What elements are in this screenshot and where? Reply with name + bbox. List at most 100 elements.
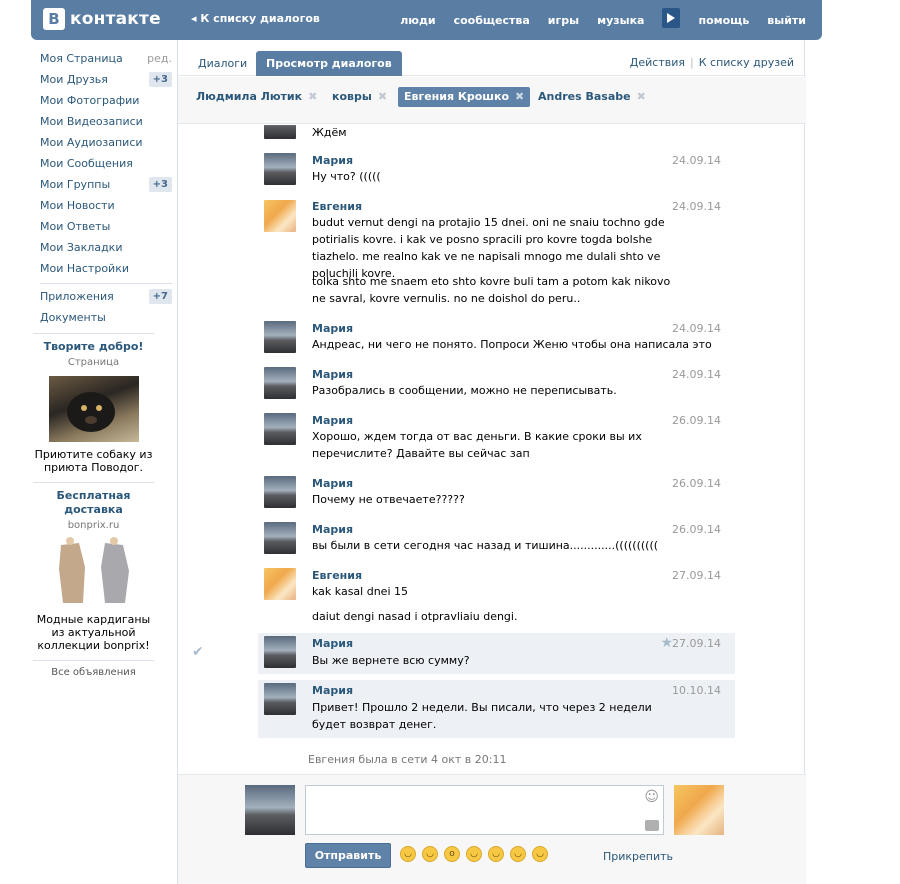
close-icon[interactable]: ✖ — [637, 90, 646, 103]
avatar[interactable] — [264, 522, 296, 554]
ad1-title[interactable]: Творите добро! — [33, 340, 154, 354]
emoji-laugh-icon[interactable]: ◡ — [466, 846, 482, 862]
avatar[interactable] — [264, 683, 296, 715]
actions-link[interactable]: Действия — [630, 56, 685, 69]
emoji-happy-icon[interactable]: ◡ — [532, 846, 548, 862]
emoji-wow-icon[interactable]: o — [444, 846, 460, 862]
message-date[interactable]: 27.09.14 — [672, 637, 721, 650]
nav-music[interactable]: музыка — [597, 14, 644, 27]
message-item[interactable]: Мария ★ 27.09.14 Вы же вернете всю сумму… — [258, 633, 735, 674]
friends-list-link[interactable]: К списку друзей — [699, 56, 794, 69]
sidebar-item-label: Моя Страница — [40, 52, 123, 65]
avatar[interactable] — [264, 636, 296, 668]
tab-view-dialogs[interactable]: Просмотр диалогов — [256, 51, 402, 76]
message-date[interactable]: 26.09.14 — [672, 523, 721, 536]
ad2-text: Модные кардиганы из актуальной коллекции… — [36, 613, 151, 652]
emoji-bar: ◡ ◡ o ◡ ◡ ◡ ◡ — [400, 846, 548, 862]
message-text: Хорошо, ждем тогда от вас деньги. В каки… — [312, 430, 642, 460]
message-author[interactable]: Мария — [312, 637, 353, 650]
message-author[interactable]: Евгения — [312, 200, 362, 213]
avatar[interactable] — [264, 413, 296, 445]
emoji-tongue-icon[interactable]: ◡ — [510, 846, 526, 862]
nav-logout[interactable]: выйти — [767, 14, 806, 27]
message-date[interactable]: 24.09.14 — [672, 200, 721, 213]
message-author[interactable]: Мария — [312, 523, 353, 536]
message-date[interactable]: 10.10.14 — [672, 684, 721, 697]
sidebar-divider — [40, 283, 172, 284]
chip-evgeniya[interactable]: Евгения Крошко ✖ — [398, 87, 531, 107]
sidebar-item-photos[interactable]: Мои Фотографии — [40, 90, 172, 111]
chip-andres[interactable]: Andres Basabe ✖ — [532, 87, 652, 107]
edit-link[interactable]: ред. — [147, 52, 172, 65]
ad2-image[interactable] — [49, 537, 139, 607]
message-input[interactable]: ☺ — [305, 785, 664, 835]
avatar[interactable] — [264, 568, 296, 600]
sidebar-item-news[interactable]: Мои Новости — [40, 195, 172, 216]
tab-dialogs[interactable]: Диалоги — [188, 51, 257, 76]
message-date[interactable]: 24.09.14 — [672, 322, 721, 335]
send-button[interactable]: Отправить — [305, 843, 391, 868]
close-icon[interactable]: ✖ — [378, 90, 387, 103]
sidebar-item-friends[interactable]: Мои Друзья +3 — [40, 69, 172, 90]
sidebar-item-groups[interactable]: Мои Группы +3 — [40, 174, 172, 195]
message-author[interactable]: Мария — [312, 368, 353, 381]
message-author[interactable]: Мария — [312, 322, 353, 335]
sidebar-item-answers[interactable]: Мои Ответы — [40, 216, 172, 237]
message-author[interactable]: Мария — [312, 477, 353, 490]
avatar[interactable] — [264, 476, 296, 508]
close-icon[interactable]: ✖ — [515, 90, 524, 103]
avatar[interactable] — [264, 125, 296, 139]
online-status: Евгения была в сети 4 окт в 20:11 — [308, 753, 507, 766]
camera-icon[interactable] — [645, 820, 659, 831]
vk-logo[interactable]: В контакте — [43, 8, 161, 30]
emoji-smile-icon[interactable]: ◡ — [422, 846, 438, 862]
chip-lyudmila[interactable]: Людмила Лютик ✖ — [190, 87, 323, 107]
attach-link[interactable]: Прикрепить — [603, 850, 673, 863]
apps-count-badge: +7 — [148, 289, 172, 304]
sidebar-item-documents[interactable]: Документы — [40, 307, 172, 328]
recipient-avatar[interactable] — [674, 785, 724, 835]
message-date[interactable]: 24.09.14 — [672, 154, 721, 167]
close-icon[interactable]: ✖ — [308, 90, 317, 103]
message-date[interactable]: 26.09.14 — [672, 477, 721, 490]
nav-games[interactable]: игры — [548, 14, 579, 27]
sidebar-item-apps[interactable]: Приложения +7 — [40, 286, 172, 307]
my-avatar[interactable] — [245, 785, 295, 835]
checkmark-icon[interactable]: ✔ — [192, 644, 204, 660]
sidebar-item-videos[interactable]: Мои Видеозаписи — [40, 111, 172, 132]
avatar[interactable] — [264, 153, 296, 185]
sidebar-item-messages[interactable]: Мои Сообщения — [40, 153, 172, 174]
play-icon[interactable] — [662, 8, 681, 28]
sidebar-item-my-page[interactable]: Моя Страница ред. — [40, 48, 172, 69]
message-author[interactable]: Евгения — [312, 569, 362, 582]
nav-communities[interactable]: сообщества — [454, 14, 530, 27]
sidebar-item-audio[interactable]: Мои Аудиозаписи — [40, 132, 172, 153]
message-date[interactable]: 24.09.14 — [672, 368, 721, 381]
nav-people[interactable]: люди — [400, 14, 435, 27]
emoji-blush-icon[interactable]: ◡ — [488, 846, 504, 862]
message-item: Мария 24.09.14 Андреас, ни чего не понят… — [258, 315, 735, 355]
logo-box: В — [43, 8, 65, 30]
message-item[interactable]: Мария 10.10.14 Привет! Прошло 2 недели. … — [258, 680, 735, 738]
message-date[interactable]: 27.09.14 — [672, 569, 721, 582]
ad1-subtitle: Страница — [67, 357, 120, 368]
message-author[interactable]: Мария — [312, 154, 353, 167]
ad2-title[interactable]: Бесплатная доставка — [33, 489, 154, 517]
avatar[interactable] — [264, 367, 296, 399]
message-text: Почему не отвечаете????? — [312, 493, 465, 506]
message-date[interactable]: 26.09.14 — [672, 414, 721, 427]
message-author[interactable]: Мария — [312, 414, 353, 427]
smile-icon[interactable]: ☺ — [644, 789, 659, 805]
avatar[interactable] — [264, 200, 296, 232]
ad1-image[interactable] — [48, 376, 139, 442]
message-text: daiut dengi nasad i otpravliaiu dengi. — [312, 610, 518, 623]
all-ads-link[interactable]: Все объявления — [33, 667, 154, 678]
avatar[interactable] — [264, 321, 296, 353]
emoji-grin-icon[interactable]: ◡ — [400, 846, 416, 862]
nav-help[interactable]: помощь — [698, 14, 749, 27]
message-author[interactable]: Мария — [312, 684, 353, 697]
back-to-dialogs-link[interactable]: ◂ К списку диалогов — [191, 12, 320, 25]
sidebar-item-bookmarks[interactable]: Мои Закладки — [40, 237, 172, 258]
chip-kovry[interactable]: ковры ✖ — [326, 87, 393, 107]
sidebar-item-settings[interactable]: Мои Настройки — [40, 258, 172, 279]
